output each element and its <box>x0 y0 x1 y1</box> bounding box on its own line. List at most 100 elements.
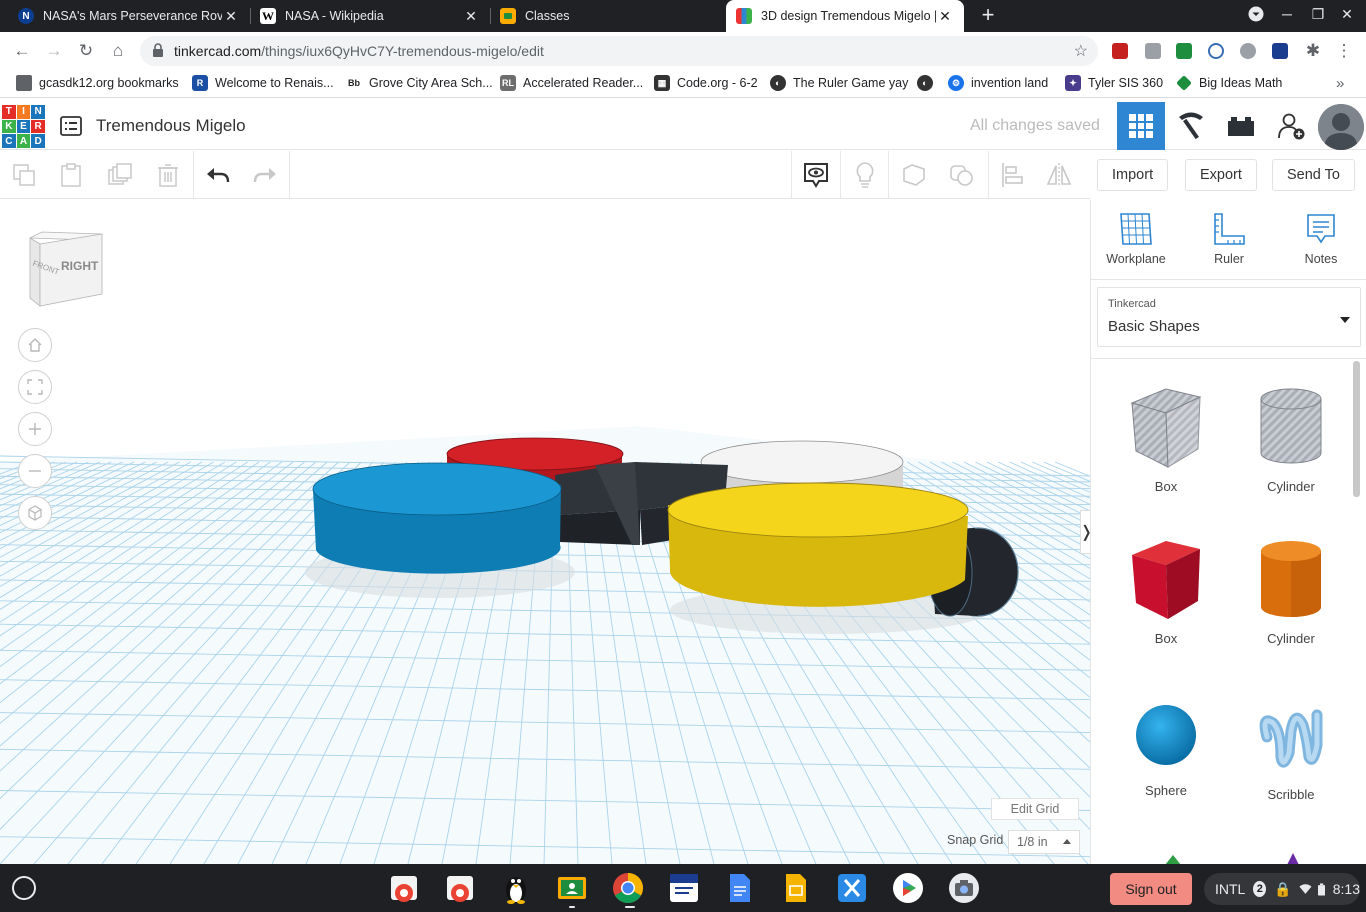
shape-cylinder[interactable]: Cylinder <box>1236 537 1346 646</box>
bookmark-renaissance[interactable]: R Welcome to Renais... <box>192 75 334 91</box>
ungroup-button[interactable] <box>946 159 978 191</box>
bookmark-grove-city[interactable]: Bb Grove City Area Sch... <box>346 75 493 91</box>
edit-grid-button[interactable]: Edit Grid <box>991 798 1079 820</box>
panel-collapse-toggle[interactable]: ❭ <box>1080 510 1090 554</box>
shelf-app-chrome[interactable] <box>612 872 644 904</box>
bookmark-big-ideas-math[interactable]: Big Ideas Math <box>1176 75 1282 91</box>
home-icon[interactable]: ⌂ <box>108 41 128 61</box>
bookmark-globe[interactable]: ◐ <box>917 75 940 91</box>
minecraft-button[interactable] <box>1167 102 1215 150</box>
tab-nasa-perseverance[interactable]: N NASA's Mars Perseverance Rove ✕ <box>8 0 250 32</box>
light-button[interactable] <box>849 159 881 191</box>
group-button[interactable] <box>898 159 930 191</box>
bricks-button[interactable] <box>1217 102 1265 150</box>
tab-nasa-wikipedia[interactable]: W NASA - Wikipedia ✕ <box>250 0 490 32</box>
workplane-scene[interactable] <box>0 200 1090 864</box>
extensions-puzzle-icon[interactable]: ✱ <box>1303 41 1323 61</box>
delete-button[interactable] <box>152 159 184 191</box>
shape-cylinder-hole[interactable]: Cylinder <box>1236 383 1346 494</box>
x-app-icon <box>838 874 866 902</box>
address-bar[interactable]: tinkercad.com/things/iux6QyHvC7Y-tremend… <box>140 36 1098 66</box>
invite-user-button[interactable] <box>1267 102 1315 150</box>
tab-tinkercad[interactable]: 3D design Tremendous Migelo | ✕ <box>726 0 964 32</box>
align-button[interactable] <box>996 159 1028 191</box>
workplane-button[interactable]: Workplane <box>1096 212 1176 266</box>
bookmark-code-org[interactable]: ▦ Code.org - 6-2 <box>654 75 758 91</box>
chrome-menu-icon[interactable]: ⋮ <box>1334 41 1354 61</box>
shape-library-select[interactable]: Tinkercad Basic Shapes <box>1097 287 1361 347</box>
logo-letter: A <box>16 134 31 148</box>
undo-button[interactable] <box>202 159 234 191</box>
extension-shield-icon[interactable] <box>1272 43 1288 59</box>
launcher-icon[interactable] <box>12 876 36 900</box>
fit-view-button[interactable] <box>18 370 52 404</box>
bookmark-invention-land[interactable]: ⚙ invention land <box>948 75 1048 91</box>
design-title[interactable]: Tremendous Migelo <box>96 116 246 136</box>
shapes-scrollbar[interactable] <box>1353 361 1360 497</box>
export-button[interactable]: Export <box>1185 159 1257 191</box>
extension-grid-icon[interactable] <box>1145 43 1161 59</box>
3d-viewport[interactable]: FRONT RIGHT Edit Grid Snap Grid 1/8 in ❭ <box>0 200 1090 864</box>
shelf-app-camera[interactable] <box>948 872 980 904</box>
shelf-app-paint-2[interactable] <box>444 872 476 904</box>
bookmark-ruler-game[interactable]: ◐ The Ruler Game yay <box>770 75 908 91</box>
close-icon[interactable]: ✕ <box>222 8 240 25</box>
shelf-app-docs[interactable] <box>724 872 756 904</box>
notes-visibility-button[interactable] <box>800 159 832 191</box>
new-tab-button[interactable]: + <box>976 4 1000 28</box>
import-button[interactable]: Import <box>1097 159 1169 191</box>
zoom-out-button[interactable] <box>18 454 52 488</box>
paste-button[interactable] <box>55 159 87 191</box>
blue-cylinder[interactable] <box>312 462 562 574</box>
minimize-icon[interactable]: ─ <box>1277 6 1297 22</box>
shape-box-hole[interactable]: Box <box>1111 383 1221 494</box>
view-cube[interactable]: FRONT RIGHT <box>26 230 106 310</box>
copy-button[interactable] <box>8 159 40 191</box>
status-tray[interactable]: INTL 2 🔒 8:13 <box>1204 873 1360 905</box>
extension-icon[interactable] <box>1112 43 1128 59</box>
shelf-app-paint[interactable] <box>388 872 420 904</box>
ruler-button[interactable]: Ruler <box>1189 212 1269 266</box>
bookmark-accelerated-reader[interactable]: RL Accelerated Reader... <box>500 75 643 91</box>
shelf-app-linux[interactable] <box>500 872 532 904</box>
design-list-icon[interactable] <box>60 116 82 136</box>
close-icon[interactable]: ✕ <box>936 8 954 25</box>
duplicate-button[interactable] <box>104 159 136 191</box>
shelf-app-slides[interactable] <box>780 872 812 904</box>
restore-icon[interactable]: ❐ <box>1308 6 1328 23</box>
bookmark-gcasdk12[interactable]: gcasdk12.org bookmarks <box>16 75 179 91</box>
back-icon[interactable]: ← <box>12 41 32 61</box>
perspective-button[interactable] <box>18 496 52 530</box>
tab-classes[interactable]: Classes <box>490 0 726 32</box>
shape-box[interactable]: Box <box>1111 537 1221 646</box>
profile-menu-icon[interactable] <box>1246 6 1266 25</box>
avatar[interactable] <box>1318 104 1364 150</box>
redo-button[interactable] <box>249 159 281 191</box>
forward-icon[interactable]: → <box>44 41 64 61</box>
cloud-extension-icon[interactable] <box>1240 43 1256 59</box>
shelf-app-classroom[interactable] <box>556 872 588 904</box>
sign-out-button[interactable]: Sign out <box>1110 873 1192 905</box>
shelf-app-play-store[interactable] <box>892 872 924 904</box>
shape-sphere[interactable]: Sphere <box>1111 695 1221 798</box>
send-to-button[interactable]: Send To <box>1272 159 1355 191</box>
shelf-app-x[interactable] <box>836 872 868 904</box>
notes-button[interactable]: Notes <box>1281 212 1361 266</box>
home-view-button[interactable] <box>18 328 52 362</box>
shelf-app-pearson[interactable] <box>668 872 700 904</box>
reload-icon[interactable]: ↻ <box>76 41 96 61</box>
shape-scribble[interactable]: Scribble <box>1236 695 1346 802</box>
snap-grid-select[interactable]: 1/8 in <box>1008 830 1080 854</box>
bookmark-tyler-sis[interactable]: ✦ Tyler SIS 360 <box>1065 75 1163 91</box>
close-icon[interactable]: ✕ <box>462 8 480 25</box>
zoom-in-button[interactable] <box>18 412 52 446</box>
more-bookmarks-icon[interactable]: » <box>1336 75 1344 92</box>
window-close-icon[interactable]: ✕ <box>1337 6 1357 23</box>
yellow-cylinder[interactable] <box>667 482 969 607</box>
3d-view-button[interactable] <box>1117 102 1165 150</box>
tinkercad-logo[interactable]: T I N K E R C A D <box>2 105 45 148</box>
bookmark-star-icon[interactable]: ☆ <box>1074 41 1088 61</box>
extension-circle-icon[interactable] <box>1208 43 1224 59</box>
google-sheets-extension-icon[interactable] <box>1176 43 1192 59</box>
mirror-button[interactable] <box>1043 159 1075 191</box>
